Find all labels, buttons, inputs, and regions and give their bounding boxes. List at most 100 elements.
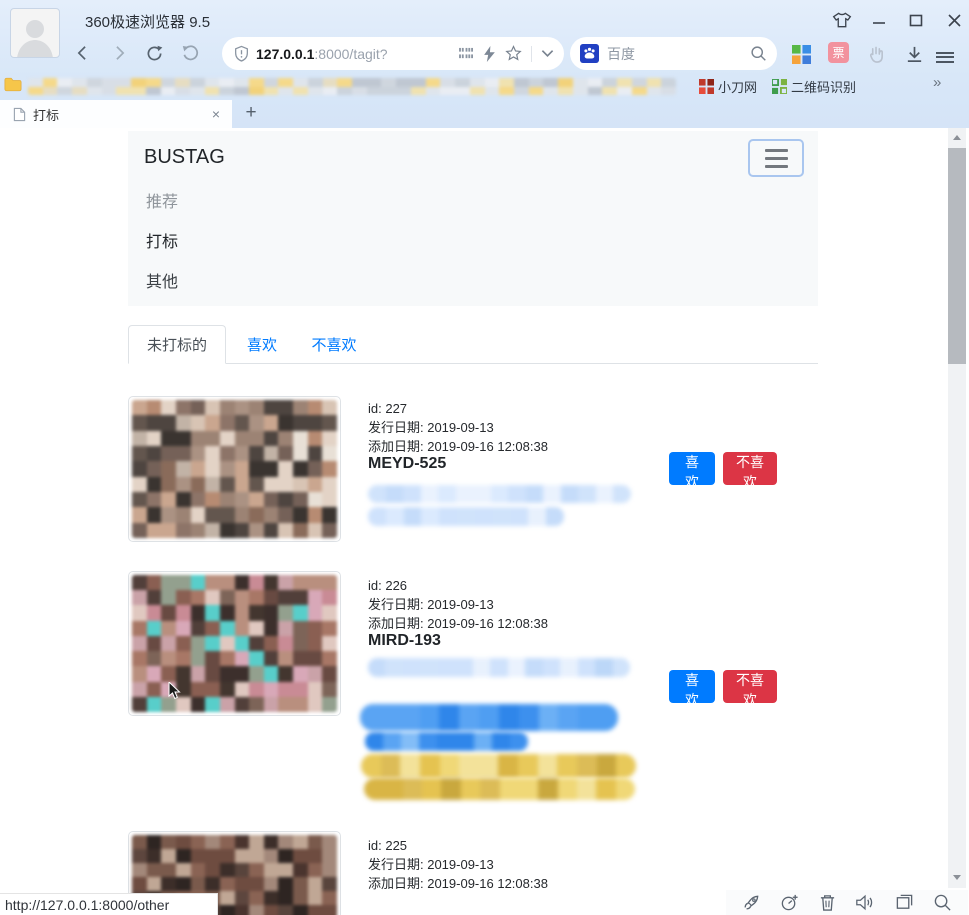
app-market-button[interactable] — [789, 42, 813, 66]
forward-button[interactable] — [106, 40, 132, 66]
hamburger-icon — [765, 149, 788, 152]
maximize-button[interactable] — [903, 8, 929, 32]
tshirt-icon — [832, 11, 852, 29]
theme-skin-button[interactable] — [829, 8, 855, 32]
site-navbar: BUSTAG 推荐 打标 其他 — [128, 131, 818, 306]
scrollbar-up-button[interactable] — [948, 128, 966, 146]
blurred-tags[interactable] — [368, 658, 630, 677]
xiaodao-favicon — [699, 79, 714, 94]
scrollbar-down-button[interactable] — [948, 868, 966, 886]
nav-item-recommend[interactable]: 推荐 — [146, 188, 178, 212]
url-dropdown-button[interactable] — [541, 49, 554, 58]
item-added-date: 添加日期: 2019-09-16 12:08:38 — [368, 614, 548, 633]
status-link-url: http://127.0.0.1:8000/other — [5, 897, 169, 913]
hand-icon — [868, 45, 885, 64]
tab-dislike[interactable]: 不喜欢 — [296, 325, 372, 364]
blurred-tags[interactable] — [365, 732, 528, 751]
tab-untagged[interactable]: 未打标的 — [128, 325, 226, 364]
split-window-icon[interactable] — [895, 893, 914, 912]
address-bar-divider — [531, 46, 532, 62]
blurred-bookmarks[interactable] — [28, 78, 676, 95]
dislike-button[interactable]: 不喜欢 — [723, 670, 777, 703]
web-page: BUSTAG 推荐 打标 其他 未打标的 喜欢 不喜欢 id: 227 发行日期… — [0, 128, 948, 915]
star-icon — [505, 45, 522, 62]
close-window-button[interactable] — [941, 8, 967, 32]
bookmark-xiaodao[interactable]: 小刀网 — [699, 76, 757, 96]
search-box[interactable]: 百度 — [570, 37, 777, 70]
bookmarks-folder-button[interactable] — [4, 77, 22, 97]
item-thumbnail[interactable] — [128, 396, 341, 542]
blurred-tags[interactable] — [368, 485, 631, 503]
item-code: MEYD-525 — [368, 455, 446, 473]
site-security-shield-icon — [234, 45, 249, 62]
tab-title: 打标 — [33, 105, 208, 124]
folder-icon — [4, 77, 22, 92]
bookmark-label: 二维码识别 — [791, 77, 856, 96]
blurred-tags[interactable] — [360, 704, 618, 731]
trash-icon[interactable] — [819, 893, 836, 912]
chevron-down-icon — [541, 49, 554, 58]
lightning-icon — [483, 46, 496, 62]
new-tab-button[interactable]: + — [238, 100, 264, 126]
browser-tab[interactable]: 打标 × — [0, 100, 232, 128]
nav-item-tagging[interactable]: 打标 — [146, 228, 178, 252]
item-thumbnail[interactable] — [128, 571, 341, 716]
minimize-icon — [872, 14, 886, 26]
item-id: id: 227 — [368, 399, 407, 418]
refresh-icon — [144, 43, 165, 64]
qr-green-favicon — [772, 79, 787, 94]
blurred-cover-image — [132, 575, 337, 712]
item-release-date: 发行日期: 2019-09-13 — [368, 418, 494, 437]
item-id: id: 226 — [368, 576, 407, 595]
site-brand[interactable]: BUSTAG — [144, 146, 225, 169]
hamburger-icon — [936, 52, 954, 54]
blurred-cover-image — [132, 400, 337, 538]
bookmark-qr-recognize[interactable]: 二维码识别 — [772, 76, 856, 96]
window-title: 360极速浏览器 9.5 — [85, 11, 210, 32]
url-path: :8000/tagit? — [314, 46, 387, 62]
tab-like[interactable]: 喜欢 — [232, 325, 292, 364]
status-url-box: http://127.0.0.1:8000/other — [0, 893, 218, 915]
blurred-tags[interactable] — [364, 778, 635, 800]
page-icon — [13, 107, 26, 122]
blurred-tags[interactable] — [368, 507, 564, 526]
item-release-date: 发行日期: 2019-09-13 — [368, 855, 494, 874]
qr-code-button[interactable] — [459, 47, 474, 60]
item-code: MIRD-193 — [368, 632, 441, 650]
favorite-star-button[interactable] — [505, 45, 522, 62]
item-added-date: 添加日期: 2019-09-16 12:08:38 — [368, 437, 548, 456]
ticket-plugin-button[interactable]: 票 — [828, 42, 849, 63]
like-button[interactable]: 喜欢 — [669, 670, 715, 703]
blurred-tags[interactable] — [361, 754, 636, 778]
back-button[interactable] — [70, 40, 96, 66]
gesture-plugin-button[interactable] — [864, 42, 888, 66]
minimize-button[interactable] — [866, 8, 892, 32]
navbar-toggler-button[interactable] — [748, 139, 804, 177]
speaker-icon[interactable] — [855, 893, 875, 912]
user-avatar[interactable] — [10, 8, 60, 58]
triangle-down-icon — [953, 875, 961, 880]
main-menu-button[interactable] — [936, 42, 960, 66]
download-manager-button[interactable] — [902, 42, 926, 66]
speed-mode-button[interactable] — [483, 46, 496, 62]
search-icon[interactable] — [750, 45, 767, 62]
qr-code-icon — [459, 47, 474, 60]
refresh-button[interactable] — [141, 40, 167, 66]
maximize-icon — [909, 14, 923, 27]
dislike-button[interactable]: 不喜欢 — [723, 452, 777, 485]
item-id: id: 225 — [368, 836, 407, 855]
zoom-search-icon[interactable] — [933, 893, 952, 912]
scrollbar-thumb[interactable] — [948, 148, 966, 364]
boost-rocket-icon[interactable] — [742, 893, 761, 912]
address-bar[interactable]: 127.0.0.1:8000/tagit? — [222, 37, 564, 70]
item-added-date: 添加日期: 2019-09-16 12:08:38 — [368, 874, 548, 893]
session-restore-button[interactable] — [177, 40, 203, 66]
like-button[interactable]: 喜欢 — [669, 452, 715, 485]
bookmarks-overflow-button[interactable]: » — [933, 74, 941, 91]
nav-item-other[interactable]: 其他 — [146, 268, 178, 292]
tab-close-button[interactable]: × — [208, 106, 224, 122]
speed-gauge-icon[interactable] — [780, 893, 799, 912]
baidu-paw-icon — [580, 44, 599, 63]
back-icon — [73, 43, 93, 63]
item-release-date: 发行日期: 2019-09-13 — [368, 595, 494, 614]
